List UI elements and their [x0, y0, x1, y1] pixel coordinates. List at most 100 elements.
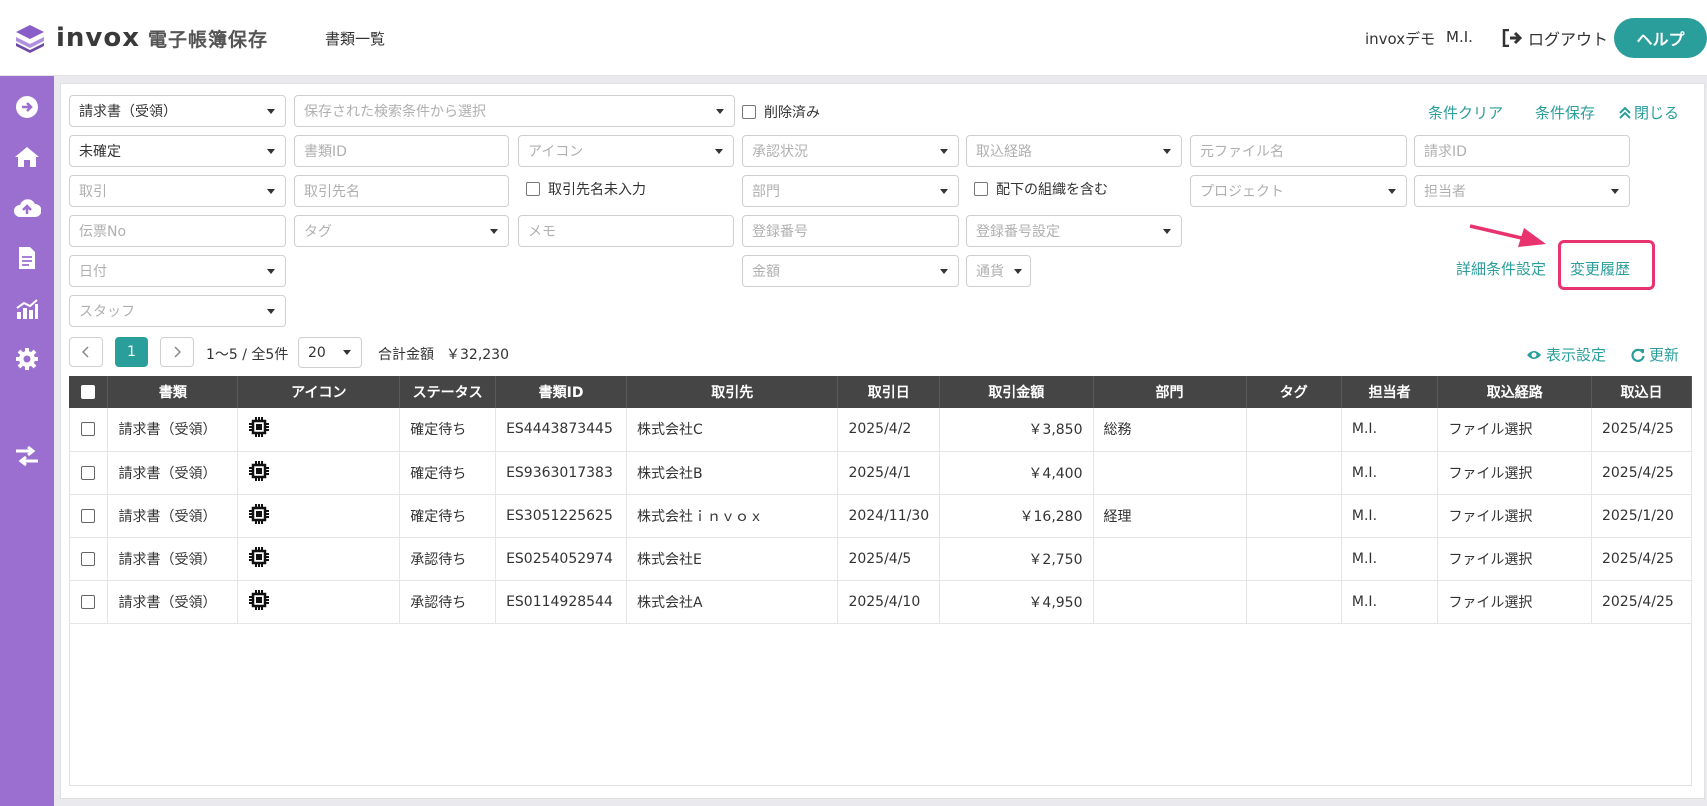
- column-header[interactable]: タグ: [1246, 376, 1342, 408]
- document-id-cell: ES0114928544: [495, 580, 628, 623]
- partner-cell: 株式会社E: [626, 537, 839, 580]
- row-checkbox[interactable]: [81, 508, 96, 523]
- checkbox-box[interactable]: [742, 105, 756, 119]
- chevron-left-icon: [82, 346, 89, 358]
- table-row[interactable]: 請求書（受領） 承認待ち ES0114928544 株式会社A 2025/4/10 ￥4,…: [69, 580, 1693, 623]
- cloud-upload-icon[interactable]: [13, 194, 41, 222]
- partner-name-input[interactable]: 取引先名: [294, 175, 509, 207]
- column-header[interactable]: 取引日: [837, 376, 941, 408]
- chevron-down-icon: [343, 350, 351, 355]
- registration-number-placeholder: 登録番号: [752, 224, 808, 240]
- status-cell: 確定待ち: [399, 408, 497, 451]
- help-button[interactable]: ヘルプ: [1614, 18, 1707, 58]
- confirm-status-select[interactable]: 未確定: [69, 135, 286, 167]
- invoice-id-placeholder: 請求ID: [1424, 144, 1467, 160]
- save-conditions-link[interactable]: 条件保存: [1535, 102, 1595, 123]
- import-route-select[interactable]: 取込経路: [966, 135, 1182, 167]
- document-id-input[interactable]: 書類ID: [294, 135, 509, 167]
- per-page-select[interactable]: 20: [298, 337, 362, 368]
- row-select-cell: [69, 580, 109, 623]
- department-select[interactable]: 部門: [742, 175, 959, 207]
- registration-number-input[interactable]: 登録番号: [742, 215, 959, 247]
- registration-setting-select[interactable]: 登録番号設定: [966, 215, 1182, 247]
- table-row[interactable]: 請求書（受領） 確定待ち ES9363017383 株式会社B 2025/4/1 ￥4,4…: [69, 451, 1693, 494]
- icon-cell: [237, 537, 401, 580]
- chevron-down-icon: [1163, 229, 1171, 234]
- column-header[interactable]: 部門: [1093, 376, 1247, 408]
- document-type-select[interactable]: 請求書（受領）: [69, 95, 286, 127]
- import-route-cell: ファイル選択: [1437, 451, 1592, 494]
- exchange-icon[interactable]: [13, 442, 41, 470]
- analytics-icon[interactable]: [13, 295, 41, 323]
- home-icon[interactable]: [13, 143, 41, 171]
- column-header[interactable]: 取込経路: [1437, 376, 1592, 408]
- column-header[interactable]: アイコン: [237, 376, 401, 408]
- checkbox-box[interactable]: [526, 182, 540, 196]
- refresh-link[interactable]: 更新: [1631, 344, 1679, 365]
- gear-icon[interactable]: [13, 345, 41, 373]
- memo-input[interactable]: メモ: [518, 215, 734, 247]
- assignee-select[interactable]: 担当者: [1414, 175, 1630, 207]
- assignee-cell: M.I.: [1341, 494, 1439, 537]
- deleted-checkbox[interactable]: 削除済み: [742, 102, 820, 122]
- column-header[interactable]: 書類ID: [495, 376, 628, 408]
- department-cell: 経理: [1093, 494, 1247, 537]
- include-sub-org-checkbox[interactable]: 配下の組織を含む: [974, 179, 1108, 199]
- column-header[interactable]: 取引先: [626, 376, 839, 408]
- slip-number-input[interactable]: 伝票No: [69, 215, 286, 247]
- select-all-checkbox[interactable]: [81, 385, 96, 399]
- saved-search-select[interactable]: 保存された検索条件から選択: [294, 95, 735, 127]
- result-range: 1〜5 / 全5件: [206, 347, 289, 363]
- slip-number-placeholder: 伝票No: [79, 224, 127, 240]
- column-header[interactable]: 取引金額: [939, 376, 1094, 408]
- document-icon[interactable]: [13, 244, 41, 272]
- display-settings-link[interactable]: 表示設定: [1526, 344, 1606, 365]
- arrow-right-circle-icon[interactable]: [13, 93, 41, 121]
- project-select[interactable]: プロジェクト: [1190, 175, 1407, 207]
- staff-select[interactable]: スタッフ: [69, 295, 286, 327]
- row-checkbox[interactable]: [81, 422, 96, 437]
- table-row[interactable]: 請求書（受領） 確定待ち ES3051225625 株式会社ｉｎｖｏｘ 2024/11/…: [69, 494, 1693, 537]
- app-logo[interactable]: invox 電子帳簿保存: [14, 22, 268, 54]
- tag-select[interactable]: タグ: [294, 215, 509, 247]
- table-header-row: 書類 アイコン ステータス 書類ID 取引先 取引日 取引金額 部門 タグ 担当…: [69, 376, 1693, 408]
- row-checkbox[interactable]: [81, 465, 96, 480]
- currency-select[interactable]: 通貨: [966, 255, 1031, 287]
- chip-icon: [248, 546, 270, 572]
- eye-icon: [1527, 350, 1541, 359]
- clear-conditions-link[interactable]: 条件クリア: [1428, 102, 1503, 123]
- document-type-cell: 請求書（受領）: [107, 537, 239, 580]
- column-header[interactable]: 担当者: [1341, 376, 1439, 408]
- logout-button[interactable]: ログアウト: [1502, 26, 1608, 50]
- approval-status-select[interactable]: 承認状況: [742, 135, 959, 167]
- import-date-cell: 2025/4/25: [1591, 451, 1693, 494]
- assignee-cell: M.I.: [1341, 580, 1439, 623]
- nav-document-list[interactable]: 書類一覧: [325, 28, 385, 49]
- amount-select[interactable]: 金額: [742, 255, 959, 287]
- advanced-conditions-link[interactable]: 詳細条件設定: [1456, 258, 1546, 279]
- previous-page-button[interactable]: [69, 337, 103, 367]
- amount-cell: ￥4,950: [939, 580, 1094, 623]
- close-filters-link[interactable]: 閉じる: [1619, 102, 1679, 123]
- table-row[interactable]: 請求書（受領） 確定待ち ES4443873445 株式会社C 2025/4/2 ￥3,8…: [69, 408, 1693, 451]
- row-checkbox[interactable]: [81, 551, 96, 566]
- icon-select[interactable]: アイコン: [518, 135, 734, 167]
- deal-select[interactable]: 取引: [69, 175, 286, 207]
- deleted-label: 削除済み: [764, 105, 820, 121]
- select-all-cell: [69, 376, 109, 408]
- invoice-id-input[interactable]: 請求ID: [1414, 135, 1630, 167]
- checkbox-box[interactable]: [974, 182, 988, 196]
- column-header[interactable]: ステータス: [399, 376, 497, 408]
- next-page-button[interactable]: [160, 337, 194, 367]
- change-history-link[interactable]: 変更履歴: [1570, 258, 1630, 279]
- page-1-button[interactable]: 1: [115, 337, 148, 367]
- partner-blank-checkbox[interactable]: 取引先名未入力: [526, 179, 646, 199]
- user-organization: invoxデモ: [1365, 30, 1436, 48]
- column-header[interactable]: 書類: [107, 376, 239, 408]
- row-checkbox[interactable]: [81, 594, 96, 609]
- column-header[interactable]: 取込日: [1591, 376, 1693, 408]
- amount-cell: ￥2,750: [939, 537, 1094, 580]
- table-row[interactable]: 請求書（受領） 承認待ち ES0254052974 株式会社E 2025/4/5 ￥2,7…: [69, 537, 1693, 580]
- date-select[interactable]: 日付: [69, 255, 286, 287]
- filename-input[interactable]: 元ファイル名: [1190, 135, 1407, 167]
